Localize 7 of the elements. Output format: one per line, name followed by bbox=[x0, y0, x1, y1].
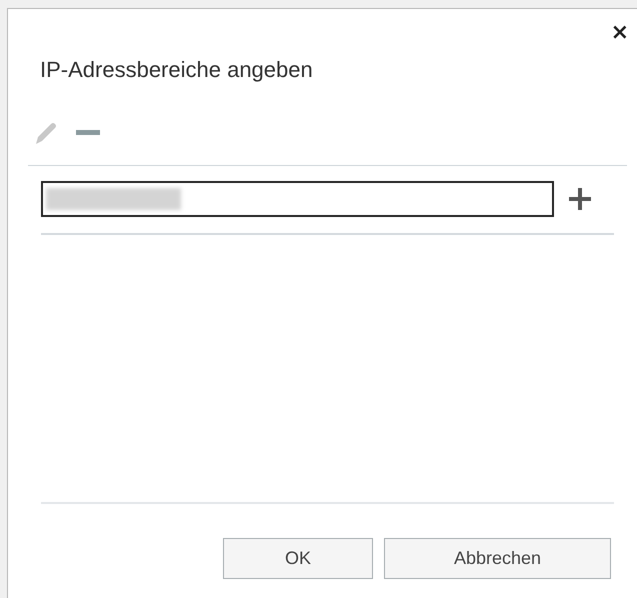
ip-range-field[interactable] bbox=[41, 181, 554, 217]
plus-icon[interactable] bbox=[568, 187, 592, 211]
close-button[interactable]: × bbox=[606, 21, 633, 45]
cancel-button[interactable]: Abbrechen bbox=[384, 538, 611, 579]
minus-icon[interactable] bbox=[76, 130, 100, 136]
ok-button[interactable]: OK bbox=[223, 538, 373, 579]
dialog-title: IP-Adressbereiche angeben bbox=[40, 57, 314, 83]
